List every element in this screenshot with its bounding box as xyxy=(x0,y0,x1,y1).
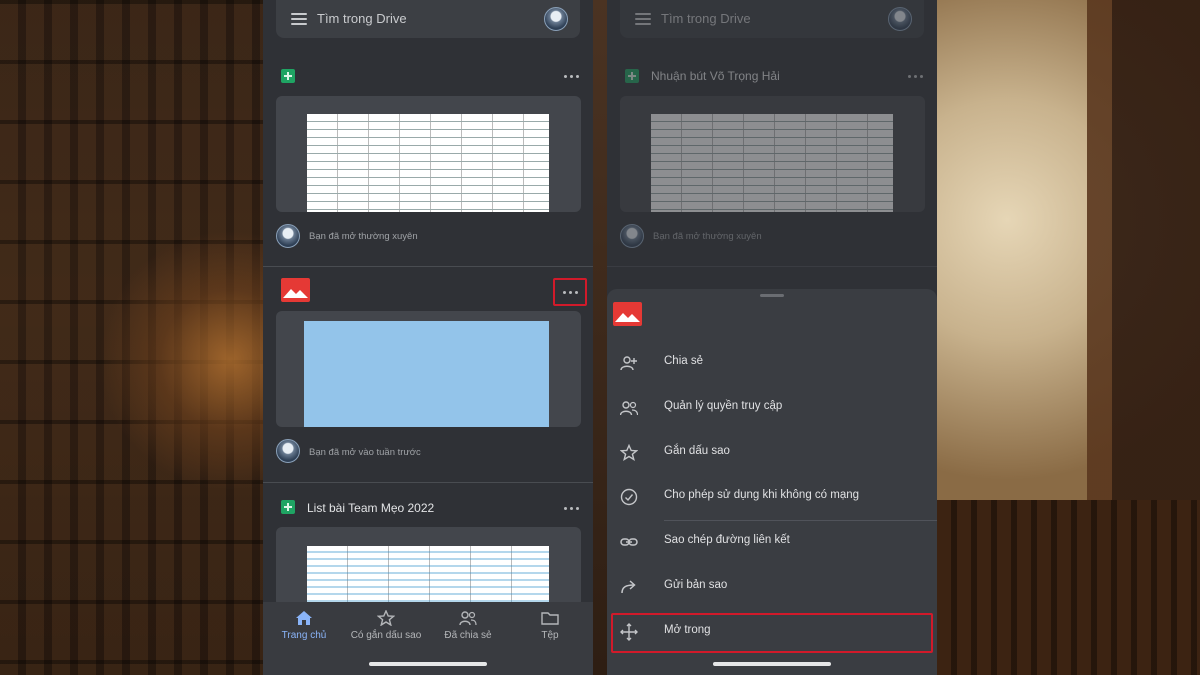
file-preview[interactable] xyxy=(276,96,581,212)
star-icon xyxy=(377,610,395,626)
card-divider xyxy=(607,266,937,267)
person-add-icon xyxy=(620,356,637,371)
menu-item-send-copy[interactable]: Gửi bản sao xyxy=(607,565,937,609)
spreadsheet-thumbnail xyxy=(307,114,549,212)
home-indicator xyxy=(369,662,487,666)
menu-item-copy-link[interactable]: Sao chép đường liên kết xyxy=(607,520,937,564)
highlight-box-open-in xyxy=(611,613,933,653)
account-avatar[interactable] xyxy=(544,7,568,31)
card-divider xyxy=(263,266,593,267)
drag-handle[interactable] xyxy=(760,294,784,297)
star-outline-icon xyxy=(620,444,638,462)
people-icon xyxy=(459,611,477,626)
file-preview[interactable] xyxy=(276,527,581,607)
menu-label: Chia sẻ xyxy=(664,355,703,367)
send-copy-icon xyxy=(621,580,636,594)
nav-label: Đã chia sẻ xyxy=(444,630,492,641)
offline-check-icon xyxy=(620,488,638,506)
phone-screen-left: Tìm trong Drive Bạn đã mở thường xuyên B… xyxy=(263,0,593,675)
file-title: Nhuận bút Võ Trọng Hải xyxy=(651,69,780,83)
nav-home[interactable]: Trang chủ xyxy=(263,610,345,641)
image-file-icon xyxy=(613,302,642,326)
sheets-icon xyxy=(625,69,639,83)
search-placeholder: Tìm trong Drive xyxy=(317,11,407,26)
menu-icon[interactable] xyxy=(635,13,651,25)
background-divider xyxy=(593,0,607,675)
more-options-icon[interactable] xyxy=(559,69,583,83)
activity-text: Bạn đã mở thường xuyên xyxy=(653,231,762,242)
more-options-icon[interactable] xyxy=(559,501,583,515)
menu-label: Quản lý quyền truy cập xyxy=(664,400,783,412)
menu-item-offline[interactable]: Cho phép sử dụng khi không có mạng xyxy=(607,475,937,519)
menu-icon[interactable] xyxy=(291,13,307,25)
search-bar[interactable]: Tìm trong Drive xyxy=(276,0,580,38)
file-title: List bài Team Mẹo 2022 xyxy=(307,501,435,515)
file-preview[interactable] xyxy=(620,96,925,212)
image-thumbnail xyxy=(304,321,549,427)
menu-item-star[interactable]: Gắn dấu sao xyxy=(607,431,937,475)
menu-item-share[interactable]: Chia sẻ xyxy=(607,341,937,385)
nav-label: Có gắn dấu sao xyxy=(350,630,422,641)
manage-access-icon xyxy=(620,401,638,416)
background-bookshelf-left xyxy=(0,0,263,675)
nav-starred[interactable]: Có gắn dấu sao xyxy=(345,610,427,641)
sheets-icon xyxy=(281,500,295,514)
card-divider xyxy=(263,482,593,483)
nav-label: Tệp xyxy=(541,630,559,641)
background-shelf-right xyxy=(937,500,1200,675)
more-options-icon-highlighted[interactable] xyxy=(553,278,587,306)
spreadsheet-thumbnail xyxy=(651,114,893,212)
phone-screen-right: Tìm trong Drive Nhuận bút Võ Trọng Hải B… xyxy=(607,0,937,675)
spreadsheet-thumbnail xyxy=(307,546,549,607)
activity-text: Bạn đã mở thường xuyên xyxy=(309,231,418,242)
image-file-icon xyxy=(281,278,310,302)
menu-item-manage-access[interactable]: Quản lý quyền truy cập xyxy=(607,386,937,430)
menu-label: Sao chép đường liên kết xyxy=(664,534,790,546)
sheets-icon xyxy=(281,69,295,83)
user-avatar xyxy=(276,439,300,463)
home-icon xyxy=(296,611,312,625)
account-avatar[interactable] xyxy=(888,7,912,31)
search-bar[interactable]: Tìm trong Drive xyxy=(620,0,924,38)
search-placeholder: Tìm trong Drive xyxy=(661,11,751,26)
folder-icon xyxy=(541,612,559,625)
bottom-sheet-menu: Chia sẻ Quản lý quyền truy cập Gắn dấu s… xyxy=(607,289,937,675)
user-avatar xyxy=(276,224,300,248)
home-indicator xyxy=(713,662,831,666)
user-avatar xyxy=(620,224,644,248)
menu-label: Gửi bản sao xyxy=(664,579,728,591)
file-preview[interactable] xyxy=(276,311,581,427)
menu-label: Cho phép sử dụng khi không có mạng xyxy=(664,489,860,501)
nav-shared[interactable]: Đã chia sẻ xyxy=(427,610,509,641)
nav-files[interactable]: Tệp xyxy=(509,610,591,641)
activity-text: Bạn đã mở vào tuần trước xyxy=(309,447,421,458)
more-options-icon[interactable] xyxy=(903,69,927,83)
nav-label: Trang chủ xyxy=(281,630,327,641)
menu-label: Gắn dấu sao xyxy=(664,445,730,457)
link-icon xyxy=(620,538,638,546)
